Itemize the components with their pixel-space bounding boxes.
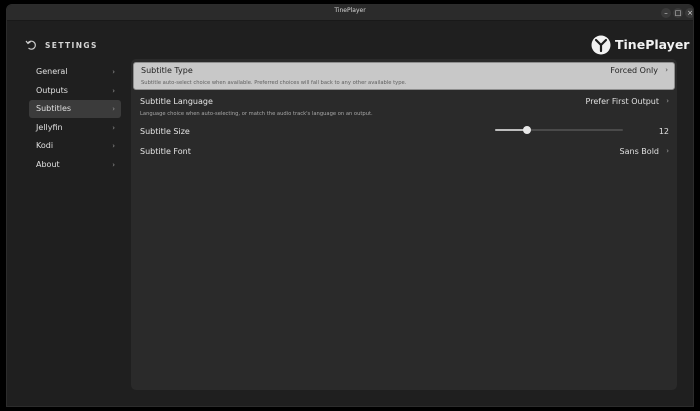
sidebar-item-general[interactable]: General › [29, 63, 121, 81]
setting-value: Sans Bold [619, 147, 659, 156]
setting-subtitle-type[interactable]: Subtitle Type Subtitle auto-select choic… [133, 62, 675, 90]
close-button[interactable]: × [685, 8, 693, 18]
setting-subtitle-font[interactable]: Subtitle Font Sans Bold › [133, 142, 675, 162]
sidebar-item-label: Jellyfin [36, 122, 63, 132]
page-title: SETTINGS [45, 41, 98, 50]
tineplayer-logo-icon [591, 35, 611, 55]
setting-label: Subtitle Language [140, 97, 213, 106]
sidebar-item-outputs[interactable]: Outputs › [29, 82, 121, 100]
slider-thumb[interactable] [523, 126, 531, 134]
setting-description: Subtitle auto-select choice when availab… [141, 80, 407, 86]
sidebar-item-about[interactable]: About › [29, 156, 121, 174]
chevron-right-icon: › [112, 160, 115, 169]
chevron-right-icon: › [112, 68, 115, 76]
setting-label: Subtitle Font [140, 147, 191, 156]
setting-label: Subtitle Type [141, 66, 193, 75]
subtitle-size-slider[interactable] [495, 126, 623, 134]
setting-value: 12 [658, 127, 669, 136]
chevron-right-icon: › [666, 97, 669, 105]
window-title: TinePlayer [334, 7, 366, 14]
chevron-right-icon: › [112, 123, 115, 132]
settings-panel: Subtitle Type Subtitle auto-select choic… [131, 59, 677, 390]
sidebar-item-jellyfin[interactable]: Jellyfin › [29, 119, 121, 137]
setting-value: Forced Only [610, 66, 658, 75]
chevron-right-icon: › [112, 105, 115, 114]
chevron-right-icon: › [665, 66, 668, 74]
sidebar-item-label: Kodi [36, 141, 54, 151]
sidebar-item-label: Subtitles [36, 104, 72, 114]
setting-label: Subtitle Size [140, 127, 190, 136]
title-bar[interactable]: TinePlayer – □ × [7, 5, 693, 21]
setting-subtitle-language[interactable]: Subtitle Language Language choice when a… [133, 92, 675, 120]
sidebar-item-label: Outputs [36, 85, 68, 95]
sidebar: General › Outputs › Subtitles › Jellyfin… [29, 63, 121, 175]
sidebar-item-label: General [36, 67, 68, 76]
sidebar-item-label: About [36, 159, 60, 169]
maximize-button[interactable]: □ [673, 8, 683, 18]
logo-text: TinePlayer [615, 37, 690, 52]
chevron-right-icon: › [112, 142, 115, 151]
sidebar-item-subtitles[interactable]: Subtitles › [29, 100, 121, 119]
app-window: TinePlayer – □ × SETTINGS TinePlayer Gen… [6, 4, 694, 407]
setting-subtitle-size: Subtitle Size 12 [133, 122, 675, 140]
chevron-right-icon: › [666, 147, 669, 155]
back-arrow-icon[interactable] [25, 39, 37, 51]
minimize-button[interactable]: – [661, 8, 671, 18]
setting-value: Prefer First Output [585, 97, 659, 106]
sidebar-item-kodi[interactable]: Kodi › [29, 137, 121, 155]
chevron-right-icon: › [112, 86, 115, 95]
setting-description: Language choice when auto-selecting, or … [140, 111, 373, 117]
